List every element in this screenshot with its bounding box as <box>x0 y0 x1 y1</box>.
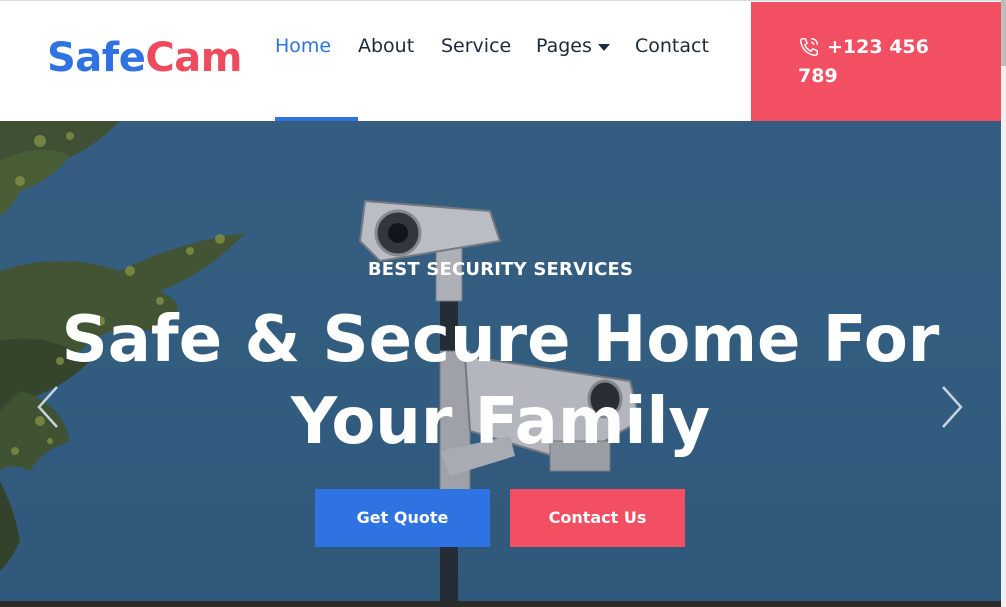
caret-down-icon <box>597 44 610 51</box>
nav-item-pages[interactable]: Pages <box>536 1 635 122</box>
get-quote-button[interactable]: Get Quote <box>315 489 490 547</box>
logo-part-safe: Safe <box>47 35 146 81</box>
chevron-right-icon[interactable] <box>937 383 967 431</box>
site-header: SafeCam Home About Service Pages Contact <box>0 0 1006 122</box>
phone-icon <box>800 38 818 56</box>
nav-item-service[interactable]: Service <box>441 1 536 122</box>
nav-item-about[interactable]: About <box>358 1 441 122</box>
phone-line-1: +123 456 <box>798 36 929 58</box>
logo-part-cam: Cam <box>145 35 242 81</box>
page: SafeCam Home About Service Pages Contact <box>0 0 1006 607</box>
nav-item-label: Pages <box>536 35 592 57</box>
hero-headline-line-2: Your Family <box>290 385 711 459</box>
logo[interactable]: SafeCam <box>47 35 242 81</box>
nav-item-home[interactable]: Home <box>275 1 358 122</box>
nav-item-label: Contact <box>635 35 709 57</box>
nav-item-label: About <box>358 35 415 57</box>
scrollbar-thumb[interactable] <box>1001 0 1006 66</box>
phone-contact-box[interactable]: +123 456 789 <box>751 2 1006 122</box>
bottom-edge <box>0 601 1001 607</box>
phone-number-part-2: 789 <box>798 65 838 87</box>
hero-headline: Safe & Secure Home For Your Family <box>40 299 961 463</box>
contact-us-button[interactable]: Contact Us <box>510 489 685 547</box>
main-nav: Home About Service Pages Contact <box>275 1 725 122</box>
hero-carousel: BEST SECURITY SERVICES Safe & Secure Hom… <box>0 121 1001 601</box>
hero-headline-line-1: Safe & Secure Home For <box>61 303 940 377</box>
nav-item-label: Service <box>441 35 512 57</box>
chevron-left-icon[interactable] <box>33 383 63 431</box>
nav-item-contact[interactable]: Contact <box>635 1 725 122</box>
nav-item-label: Home <box>275 35 332 57</box>
scrollbar-track[interactable] <box>1001 0 1006 607</box>
phone-number-part-1: +123 456 <box>827 36 929 58</box>
hero-eyebrow: BEST SECURITY SERVICES <box>367 259 634 280</box>
